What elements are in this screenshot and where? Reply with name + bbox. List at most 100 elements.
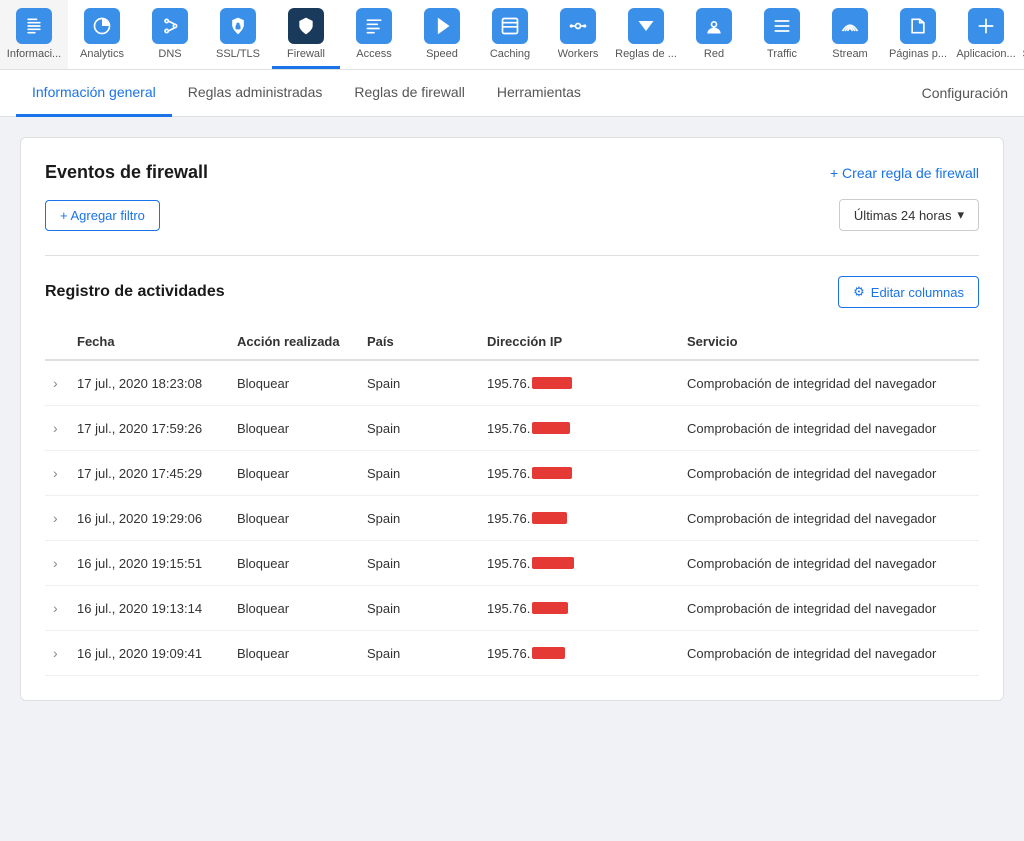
col-ip-header: Dirección IP	[479, 324, 679, 360]
nav-item-caching[interactable]: Caching	[476, 0, 544, 69]
log-table: Fecha Acción realizada País Dirección IP…	[45, 324, 979, 676]
ip-prefix-1: 195.76.	[487, 421, 530, 436]
tab-administradas[interactable]: Reglas administradas	[172, 70, 339, 117]
reglas-icon	[628, 8, 664, 44]
table-row: ›17 jul., 2020 18:23:08BloquearSpain 195…	[45, 360, 979, 406]
cell-servicio-0: Comprobación de integridad del navegador	[679, 360, 979, 406]
tab-config[interactable]: Configuración	[922, 71, 1008, 115]
expand-chevron[interactable]: ›	[45, 586, 69, 631]
cell-ip-3: 195.76.	[479, 496, 679, 541]
table-row: ›16 jul., 2020 19:29:06BloquearSpain 195…	[45, 496, 979, 541]
ip-prefix-5: 195.76.	[487, 601, 530, 616]
nav-label-workers: Workers	[558, 48, 599, 60]
events-title: Eventos de firewall	[45, 162, 830, 183]
edit-columns-button[interactable]: ⚙ Editar columnas	[838, 276, 979, 308]
cell-pais-6: Spain	[359, 631, 479, 676]
gear-icon: ⚙	[853, 284, 865, 300]
cell-ip-2: 195.76.	[479, 451, 679, 496]
col-pais-header: País	[359, 324, 479, 360]
nav-item-scrape[interactable]: Scrape Shi...	[1020, 0, 1024, 69]
ip-value-6: 195.76.	[487, 646, 565, 661]
cell-servicio-6: Comprobación de integridad del navegador	[679, 631, 979, 676]
cell-accion-4: Bloquear	[229, 541, 359, 586]
nav-item-paginas[interactable]: Páginas p...	[884, 0, 952, 69]
tab-general[interactable]: Información general	[16, 70, 172, 117]
cell-accion-5: Bloquear	[229, 586, 359, 631]
nav-item-traffic[interactable]: Traffic	[748, 0, 816, 69]
tab-herramientas[interactable]: Herramientas	[481, 70, 597, 117]
nav-item-access[interactable]: Access	[340, 0, 408, 69]
expand-chevron[interactable]: ›	[45, 406, 69, 451]
nav-item-dns[interactable]: DNS	[136, 0, 204, 69]
log-table-body: ›17 jul., 2020 18:23:08BloquearSpain 195…	[45, 360, 979, 676]
table-row: ›16 jul., 2020 19:13:14BloquearSpain 195…	[45, 586, 979, 631]
cell-ip-1: 195.76.	[479, 406, 679, 451]
nav-item-workers[interactable]: Workers	[544, 0, 612, 69]
nav-item-firewall[interactable]: Firewall	[272, 0, 340, 69]
cell-fecha-2: 17 jul., 2020 17:45:29	[69, 451, 229, 496]
cell-accion-0: Bloquear	[229, 360, 359, 406]
tab-firewall[interactable]: Reglas de firewall	[338, 70, 481, 117]
nav-item-red[interactable]: Red	[680, 0, 748, 69]
activity-header: Registro de actividades ⚙ Editar columna…	[45, 276, 979, 308]
table-row: ›17 jul., 2020 17:45:29BloquearSpain 195…	[45, 451, 979, 496]
expand-chevron[interactable]: ›	[45, 451, 69, 496]
col-servicio-header: Servicio	[679, 324, 979, 360]
informacion-icon	[16, 8, 52, 44]
aplicacion-icon	[968, 8, 1004, 44]
cell-fecha-0: 17 jul., 2020 18:23:08	[69, 360, 229, 406]
firewall-icon	[288, 8, 324, 44]
expand-chevron[interactable]: ›	[45, 631, 69, 676]
nav-label-reglas: Reglas de ...	[615, 48, 677, 60]
cell-accion-2: Bloquear	[229, 451, 359, 496]
nav-item-ssl[interactable]: SSL/TLS	[204, 0, 272, 69]
workers-icon	[560, 8, 596, 44]
time-select-button[interactable]: Últimas 24 horas ▾	[839, 199, 979, 231]
nav-item-analytics[interactable]: Analytics	[68, 0, 136, 69]
create-rule-link[interactable]: + Crear regla de firewall	[830, 165, 979, 181]
red-icon	[696, 8, 732, 44]
expand-chevron[interactable]: ›	[45, 360, 69, 406]
cell-ip-5: 195.76.	[479, 586, 679, 631]
cell-servicio-1: Comprobación de integridad del navegador	[679, 406, 979, 451]
cell-ip-0: 195.76.	[479, 360, 679, 406]
caching-icon	[492, 8, 528, 44]
col-accion-header: Acción realizada	[229, 324, 359, 360]
cell-servicio-3: Comprobación de integridad del navegador	[679, 496, 979, 541]
nav-label-analytics: Analytics	[80, 48, 124, 60]
cell-servicio-4: Comprobación de integridad del navegador	[679, 541, 979, 586]
nav-label-informacion: Informaci...	[7, 48, 61, 60]
nav-label-access: Access	[356, 48, 391, 60]
nav-label-traffic: Traffic	[767, 48, 797, 60]
nav-label-aplicacion: Aplicacion...	[956, 48, 1015, 60]
chevron-down-icon: ▾	[957, 207, 964, 223]
cell-fecha-6: 16 jul., 2020 19:09:41	[69, 631, 229, 676]
analytics-icon	[84, 8, 120, 44]
expand-chevron[interactable]: ›	[45, 541, 69, 586]
nav-label-caching: Caching	[490, 48, 530, 60]
nav-item-aplicacion[interactable]: Aplicacion...	[952, 0, 1020, 69]
cell-servicio-5: Comprobación de integridad del navegador	[679, 586, 979, 631]
nav-item-stream[interactable]: Stream	[816, 0, 884, 69]
ip-value-0: 195.76.	[487, 376, 572, 391]
cell-pais-4: Spain	[359, 541, 479, 586]
cell-accion-3: Bloquear	[229, 496, 359, 541]
dns-icon	[152, 8, 188, 44]
ip-redacted-bar-3	[532, 512, 567, 524]
events-header: Eventos de firewall + Crear regla de fir…	[45, 162, 979, 183]
col-expand	[45, 324, 69, 360]
activity-title: Registro de actividades	[45, 283, 838, 301]
paginas-icon	[900, 8, 936, 44]
expand-chevron[interactable]: ›	[45, 496, 69, 541]
cell-pais-1: Spain	[359, 406, 479, 451]
ip-prefix-0: 195.76.	[487, 376, 530, 391]
nav-item-speed[interactable]: Speed	[408, 0, 476, 69]
ip-redacted-bar-2	[532, 467, 572, 479]
add-filter-button[interactable]: + Agregar filtro	[45, 200, 160, 231]
tabs-bar: Información generalReglas administradasR…	[0, 70, 1024, 117]
nav-item-informacion[interactable]: Informaci...	[0, 0, 68, 69]
cell-pais-0: Spain	[359, 360, 479, 406]
cell-fecha-1: 17 jul., 2020 17:59:26	[69, 406, 229, 451]
top-navigation: Informaci... Analytics DNSSSL/TLSFirewall A…	[0, 0, 1024, 70]
nav-item-reglas[interactable]: Reglas de ...	[612, 0, 680, 69]
